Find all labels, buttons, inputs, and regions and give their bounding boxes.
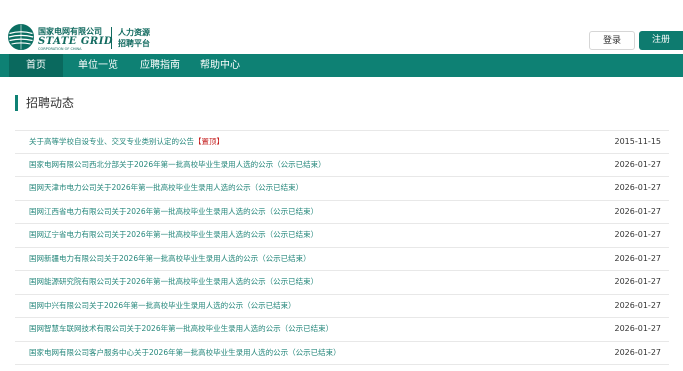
pinned-tag: 【置顶】 <box>194 137 224 146</box>
section-title: 招聘动态 <box>15 95 74 111</box>
notice-link[interactable]: 国网新疆电力有限公司关于2026年第一批高校毕业生录用人选的公示（公示已结束） <box>29 248 311 270</box>
notice-date: 2015-11-15 <box>614 137 662 146</box>
notice-link[interactable]: 国家电网有限公司客户服务中心关于2026年第一批高校毕业生录用人选的公示（公示已… <box>29 342 341 364</box>
notice-row: 国网天津市电力公司关于2026年第一批高校毕业生录用人选的公示（公示已结束） 2… <box>15 177 669 201</box>
notice-row: 国网辽宁省电力有限公司关于2026年第一批高校毕业生录用人选的公示（公示已结束）… <box>15 224 669 248</box>
notice-date: 2026-01-27 <box>614 300 662 310</box>
nav-item-home[interactable]: 首页 <box>9 54 63 77</box>
register-button[interactable]: 注册 <box>639 31 683 50</box>
notice-row: 国网智慧车联网技术有限公司关于2026年第一批高校毕业生录用人选的公示（公示已结… <box>15 318 669 342</box>
notice-link[interactable]: 国网能源研究院有限公司关于2026年第一批高校毕业生录用人选的公示（公示已结束） <box>29 271 318 293</box>
notice-date: 2026-01-27 <box>614 277 662 286</box>
system-name: 人力资源 招聘平台 <box>118 27 150 49</box>
notice-list: 关于高等学校自设专业、交叉专业类别认定的公告【置顶】 2015-11-15 国家… <box>15 130 669 365</box>
notice-row: 国网新疆电力有限公司关于2026年第一批高校毕业生录用人选的公示（公示已结束） … <box>15 248 669 271</box>
nav-item-help[interactable]: 帮助中心 <box>192 54 248 77</box>
site-header: 国家电网有限公司 STATE GRID CORPORATION OF CHINA… <box>0 0 683 54</box>
notice-link[interactable]: 国网中兴有限公司关于2026年第一批高校毕业生录用人选的公示（公示已结束） <box>29 295 296 317</box>
notice-link[interactable]: 国网天津市电力公司关于2026年第一批高校毕业生录用人选的公示（公示已结束） <box>29 177 303 199</box>
system-name-line1: 人力资源 <box>118 28 150 37</box>
logo-divider <box>111 27 112 49</box>
notice-date: 2026-01-27 <box>614 159 662 169</box>
state-grid-logo-icon <box>8 24 34 50</box>
notice-date: 2026-01-27 <box>614 206 662 216</box>
logo-wordmark: 国家电网有限公司 STATE GRID CORPORATION OF CHINA <box>38 27 113 52</box>
notice-row: 国网能源研究院有限公司关于2026年第一批高校毕业生录用人选的公示（公示已结束）… <box>15 271 669 295</box>
notice-date: 2026-01-27 <box>614 253 662 263</box>
login-button[interactable]: 登录 <box>589 31 635 50</box>
nav-item-units[interactable]: 单位一览 <box>70 54 126 77</box>
notice-row: 关于高等学校自设专业、交叉专业类别认定的公告【置顶】 2015-11-15 <box>15 130 669 154</box>
notice-row: 国家电网有限公司西北分部关于2026年第一批高校毕业生录用人选的公示（公示已结束… <box>15 154 669 177</box>
system-name-line2: 招聘平台 <box>118 39 150 48</box>
main-nav: 首页 单位一览 应聘指南 帮助中心 <box>0 54 683 77</box>
notice-link[interactable]: 国网辽宁省电力有限公司关于2026年第一批高校毕业生录用人选的公示（公示已结束） <box>29 224 318 246</box>
nav-item-guide[interactable]: 应聘指南 <box>132 54 188 77</box>
notice-link[interactable]: 国网江西省电力有限公司关于2026年第一批高校毕业生录用人选的公示（公示已结束） <box>29 201 318 223</box>
notice-date: 2026-01-27 <box>614 347 662 357</box>
notice-link[interactable]: 国网智慧车联网技术有限公司关于2026年第一批高校毕业生录用人选的公示（公示已结… <box>29 318 333 340</box>
notice-link[interactable]: 关于高等学校自设专业、交叉专业类别认定的公告【置顶】 <box>29 131 224 153</box>
logo-english-name: STATE GRID <box>38 36 114 47</box>
notice-date: 2026-01-27 <box>614 324 662 333</box>
notice-title: 关于高等学校自设专业、交叉专业类别认定的公告 <box>29 137 194 146</box>
logo-english-subtitle: CORPORATION OF CHINA <box>38 47 82 51</box>
notice-row: 国网中兴有限公司关于2026年第一批高校毕业生录用人选的公示（公示已结束） 20… <box>15 295 669 318</box>
notice-row: 国网江西省电力有限公司关于2026年第一批高校毕业生录用人选的公示（公示已结束）… <box>15 201 669 224</box>
notice-row: 国家电网有限公司客户服务中心关于2026年第一批高校毕业生录用人选的公示（公示已… <box>15 342 669 365</box>
notice-date: 2026-01-27 <box>614 183 662 192</box>
notice-link[interactable]: 国家电网有限公司西北分部关于2026年第一批高校毕业生录用人选的公示（公示已结束… <box>29 154 326 176</box>
notice-date: 2026-01-27 <box>614 230 662 239</box>
